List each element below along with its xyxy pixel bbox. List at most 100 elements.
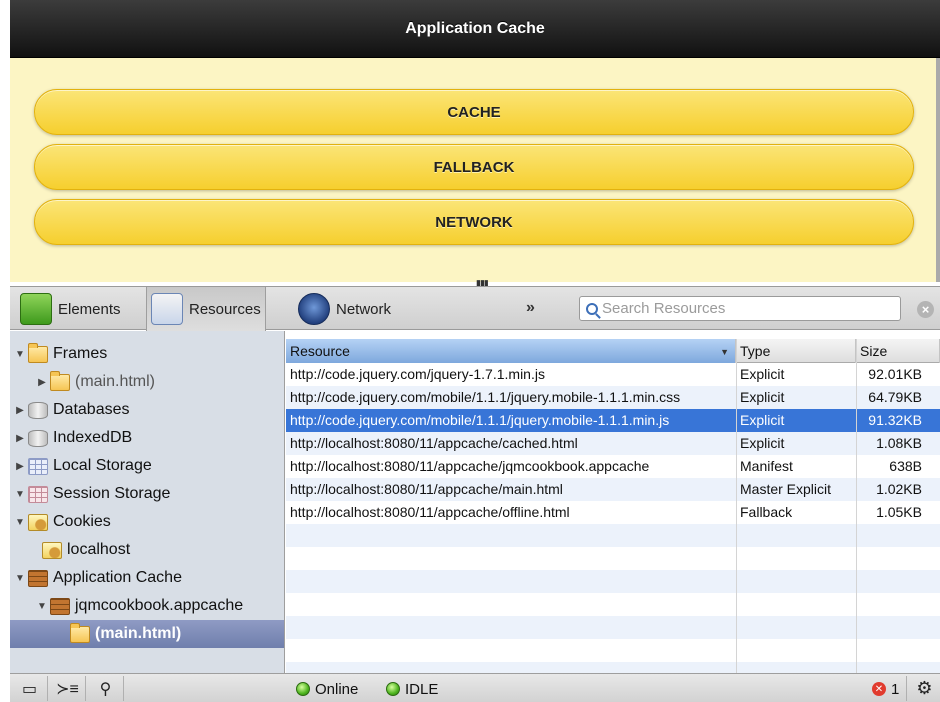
type-cell: Explicit — [740, 389, 785, 405]
sidebar-item-local-storage[interactable]: ▶ Local Storage — [10, 452, 284, 480]
sidebar-item-databases[interactable]: ▶ Databases — [10, 396, 284, 424]
table-row[interactable]: http://code.jquery.com/mobile/1.1.1/jque… — [286, 386, 940, 409]
close-icon[interactable]: × — [917, 301, 934, 318]
idle-indicator-icon — [386, 682, 400, 696]
disclosure-icon[interactable]: ▼ — [14, 349, 26, 360]
folder-icon — [70, 622, 90, 643]
tab-elements-label: Elements — [58, 300, 121, 318]
empty-row — [286, 570, 940, 593]
table-row[interactable]: http://localhost:8080/11/appcache/main.h… — [286, 478, 940, 501]
sidebar-item-label: jqmcookbook.appcache — [75, 597, 244, 614]
sort-descending-icon: ▼ — [720, 347, 729, 357]
column-divider[interactable] — [736, 339, 737, 673]
search-input[interactable] — [602, 300, 882, 317]
empty-row — [286, 524, 940, 547]
disclosure-icon[interactable]: ▼ — [14, 517, 26, 528]
elements-icon — [20, 293, 52, 325]
size-cell: 91.32KB — [868, 412, 922, 428]
type-cell: Explicit — [740, 366, 785, 382]
disclosure-icon[interactable]: ▼ — [14, 489, 26, 500]
error-count[interactable]: ✕ 1 — [872, 678, 899, 700]
network-icon — [298, 293, 330, 325]
size-cell: 1.05KB — [876, 504, 922, 520]
cache-status: IDLE — [386, 678, 438, 700]
disclosure-icon[interactable]: ▶ — [14, 433, 26, 444]
sidebar-item-label: Frames — [53, 345, 108, 362]
sidebar-item-label: IndexedDB — [53, 429, 133, 446]
page-title: Application Cache — [405, 19, 545, 37]
cookies-icon — [28, 513, 48, 531]
sidebar-item-cookies[interactable]: ▼ Cookies — [10, 508, 284, 536]
tab-resources[interactable]: Resources — [146, 287, 266, 331]
cache-status-label: IDLE — [405, 680, 439, 698]
page-header: Application Cache — [10, 0, 940, 58]
table-row[interactable]: http://localhost:8080/11/appcache/offlin… — [286, 501, 940, 524]
column-header-type[interactable]: Type — [736, 339, 856, 363]
column-header-size[interactable]: Size — [856, 339, 940, 363]
online-indicator-icon — [296, 682, 310, 696]
table-row[interactable]: http://localhost:8080/11/appcache/cached… — [286, 432, 940, 455]
tab-network-label: Network — [336, 300, 392, 318]
resource-cell: http://code.jquery.com/mobile/1.1.1/jque… — [290, 412, 670, 428]
inspect-search-icon[interactable]: ⚲ — [88, 676, 124, 701]
sidebar-item-label: (main.html) — [95, 625, 182, 642]
cache-button[interactable]: CACHE — [34, 89, 914, 135]
more-panels-button[interactable]: » — [526, 299, 535, 317]
table-row[interactable]: http://code.jquery.com/jquery-1.7.1.min.… — [286, 363, 940, 386]
disclosure-icon[interactable]: ▼ — [14, 573, 26, 584]
disclosure-icon[interactable]: ▶ — [36, 377, 48, 388]
sidebar-item-localhost[interactable]: localhost — [10, 536, 284, 564]
sidebar-item-label: Local Storage — [53, 457, 152, 474]
type-cell: Explicit — [740, 435, 785, 451]
tab-elements[interactable]: Elements — [20, 292, 121, 326]
online-status: Online — [296, 678, 358, 700]
tab-network[interactable]: Network — [298, 292, 391, 326]
online-status-label: Online — [315, 680, 359, 698]
page-scrollbar[interactable] — [936, 58, 940, 282]
disclosure-icon[interactable]: ▶ — [14, 461, 26, 472]
type-cell: Master Explicit — [740, 481, 832, 497]
size-cell: 638B — [889, 458, 922, 474]
table-row-selected[interactable]: http://code.jquery.com/mobile/1.1.1/jque… — [286, 409, 940, 432]
page-content: CACHE FALLBACK NETWORK — [10, 58, 940, 282]
sidebar-item-session-storage[interactable]: ▼ Session Storage — [10, 480, 284, 508]
size-cell: 64.79KB — [868, 389, 922, 405]
grid-header: Resource ▼ Type Size — [286, 339, 940, 363]
size-cell: 1.02KB — [876, 481, 922, 497]
search-icon — [586, 302, 598, 315]
sidebar-item-application-cache[interactable]: ▼ Application Cache — [10, 564, 284, 592]
empty-row — [286, 616, 940, 639]
network-button[interactable]: NETWORK — [34, 199, 914, 245]
resources-icon — [151, 293, 183, 325]
size-cell: 92.01KB — [868, 366, 922, 382]
sidebar-item-frames[interactable]: ▼ Frames — [10, 340, 284, 368]
sidebar-item-appcache-frame[interactable]: (main.html) — [10, 620, 284, 648]
error-icon: ✕ — [872, 682, 886, 696]
resource-cell: http://localhost:8080/11/appcache/main.h… — [290, 481, 563, 497]
disclosure-icon[interactable]: ▶ — [14, 405, 26, 416]
sidebar-item-label: Application Cache — [53, 569, 182, 586]
cookie-icon — [42, 541, 62, 559]
inspector-statusbar: ▭ ≻≡ ⚲ Online IDLE ✕ 1 ⚙ — [10, 673, 940, 702]
local-storage-icon — [28, 457, 48, 475]
sidebar-item-label: Cookies — [53, 513, 111, 530]
sidebar-item-indexeddb[interactable]: ▶ IndexedDB — [10, 424, 284, 452]
sidebar-item-frame-main[interactable]: ▶ (main.html) — [10, 368, 284, 396]
fallback-button[interactable]: FALLBACK — [34, 144, 914, 190]
column-header-resource[interactable]: Resource ▼ — [286, 339, 736, 363]
column-header-label: Resource — [290, 343, 350, 359]
application-cache-icon — [28, 569, 48, 587]
resource-cell: http://localhost:8080/11/appcache/cached… — [290, 435, 578, 451]
sidebar-item-appcache-manifest[interactable]: ▼ jqmcookbook.appcache — [10, 592, 284, 620]
console-icon[interactable]: ≻≡ — [50, 676, 86, 701]
table-row[interactable]: http://localhost:8080/11/appcache/jqmcoo… — [286, 455, 940, 478]
search-box[interactable] — [579, 296, 901, 321]
disclosure-icon[interactable]: ▼ — [36, 601, 48, 612]
resources-sidebar: ▼ Frames ▶ (main.html) ▶ Databases ▶ Ind… — [10, 331, 285, 673]
settings-gear-icon[interactable]: ⚙ — [906, 676, 940, 701]
screen: Application Cache CACHE FALLBACK NETWORK… — [0, 0, 940, 702]
column-header-label: Size — [860, 343, 888, 359]
dock-to-window-icon[interactable]: ▭ — [12, 676, 48, 701]
empty-row — [286, 547, 940, 570]
column-divider[interactable] — [856, 339, 857, 673]
